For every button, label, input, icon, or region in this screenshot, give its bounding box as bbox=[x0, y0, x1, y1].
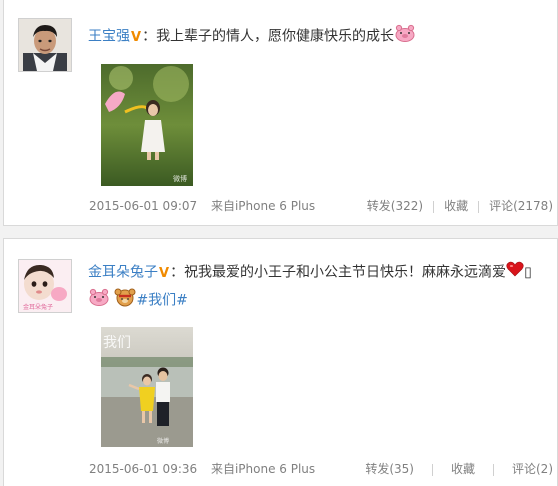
bear-emoji-icon bbox=[114, 287, 136, 314]
post-text-block: 金耳朵兔子V：祝我最爱的小王子和小公主节日快乐！麻麻永远滴爱 ▯ #我们# bbox=[88, 261, 549, 314]
post-text-line-1: 金耳朵兔子V：祝我最爱的小王子和小公主节日快乐！麻麻永远滴爱 ▯ bbox=[88, 261, 549, 285]
divider bbox=[433, 200, 435, 213]
pink-pig-emoji-icon bbox=[88, 288, 110, 313]
post-photo[interactable]: 我们 微博 bbox=[101, 327, 193, 447]
photo-overlay-text: 我们 bbox=[103, 335, 131, 351]
comment-button[interactable]: 评论(2) bbox=[512, 462, 553, 476]
favorite-button[interactable]: 收藏 bbox=[451, 462, 475, 476]
weibo-post-2: 金耳朵兔子 金耳朵兔子V：祝我最爱的小王子和小公主节日快乐！麻麻永远滴爱 ▯ #… bbox=[3, 238, 558, 486]
avatar-label: 金耳朵兔子 bbox=[23, 303, 53, 311]
post-source[interactable]: 来自iPhone 6 Plus bbox=[211, 199, 315, 213]
colon: ： bbox=[142, 28, 157, 45]
divider bbox=[478, 200, 480, 213]
username-link[interactable]: 王宝强 bbox=[88, 29, 130, 45]
weibo-post-1: 王宝强V：我上辈子的情人，愿你健康快乐的成长 微博 2015-06-01 09:… bbox=[3, 0, 558, 226]
repost-button[interactable]: 转发(322) bbox=[367, 199, 423, 213]
comment-button[interactable]: 评论(2178) bbox=[489, 199, 553, 213]
favorite-button[interactable]: 收藏 bbox=[444, 199, 468, 213]
post-actions: 转发(35) 收藏 评论(2) bbox=[365, 460, 553, 477]
post-timestamp[interactable]: 2015-06-01 09:07 bbox=[89, 199, 197, 213]
photo-watermark: 微博 bbox=[173, 174, 187, 183]
avatar[interactable] bbox=[18, 18, 72, 72]
post-content: 我上辈子的情人，愿你健康快乐的成长 bbox=[156, 28, 395, 45]
post-actions: 转发(322) 收藏 评论(2178) bbox=[367, 197, 553, 214]
pink-pig-emoji-icon bbox=[394, 24, 416, 49]
post-source[interactable]: 来自iPhone 6 Plus bbox=[211, 462, 315, 476]
post-meta: 2015-06-01 09:07 来自iPhone 6 Plus bbox=[89, 197, 315, 214]
red-heart-icon bbox=[506, 261, 524, 284]
hashtag-link[interactable]: #我们# bbox=[136, 292, 187, 308]
post-text-line: 王宝强V：我上辈子的情人，愿你健康快乐的成长 bbox=[88, 24, 549, 49]
divider bbox=[493, 463, 494, 476]
post-content: 祝我最爱的小王子和小公主节日快乐！麻麻永远滴爱 bbox=[184, 264, 507, 281]
post-meta: 2015-06-01 09:36 来自iPhone 6 Plus bbox=[89, 460, 315, 477]
unknown-glyph: ▯ bbox=[524, 264, 532, 281]
verified-badge-icon: V bbox=[159, 265, 170, 281]
photo-watermark: 微博 bbox=[157, 437, 169, 445]
username-link[interactable]: 金耳朵兔子 bbox=[88, 265, 158, 281]
repost-button[interactable]: 转发(35) bbox=[365, 462, 414, 476]
post-photo[interactable]: 微博 bbox=[101, 64, 193, 186]
colon: ： bbox=[170, 264, 185, 281]
divider bbox=[431, 463, 433, 476]
post-text-line-2: #我们# bbox=[88, 287, 549, 314]
post-timestamp[interactable]: 2015-06-01 09:36 bbox=[89, 462, 197, 476]
verified-badge-icon: V bbox=[131, 29, 142, 45]
avatar[interactable]: 金耳朵兔子 bbox=[18, 259, 72, 313]
